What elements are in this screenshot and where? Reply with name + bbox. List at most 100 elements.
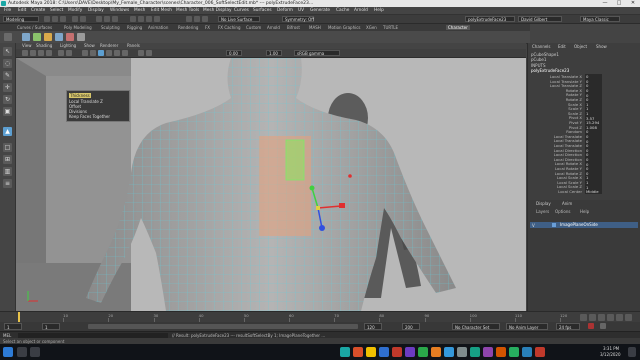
taskbar-app-icon[interactable]: [522, 347, 532, 357]
select-component-icon[interactable]: [112, 16, 118, 22]
viewport-menu-panels[interactable]: Panels: [127, 43, 140, 48]
menu-mesh[interactable]: Mesh: [134, 8, 145, 13]
scale-tool-icon[interactable]: ▣: [3, 107, 12, 116]
layer-color-swatch[interactable]: [552, 223, 556, 227]
playback-start-field[interactable]: 1: [42, 323, 60, 330]
character-set-dropdown[interactable]: No Character Set: [452, 323, 500, 330]
save-scene-icon[interactable]: [60, 16, 66, 22]
step-forward-icon[interactable]: [616, 314, 623, 321]
new-scene-icon[interactable]: [44, 16, 50, 22]
layer-name[interactable]: ImagePlaneOnSide: [560, 222, 598, 227]
viewport-menu-lighting[interactable]: Lighting: [60, 43, 76, 48]
ipr-render-icon[interactable]: [194, 16, 200, 22]
image-plane-icon[interactable]: [46, 50, 52, 56]
exposure-field[interactable]: 0.00: [226, 50, 242, 56]
textured-icon[interactable]: [106, 50, 112, 56]
last-tool-icon[interactable]: ▲: [3, 127, 12, 136]
menu-cache[interactable]: Cache: [336, 8, 349, 13]
layer-row[interactable]: V ImagePlaneOnSide: [530, 222, 638, 228]
select-tool-icon[interactable]: ↖: [3, 47, 12, 56]
windows-start-icon[interactable]: [3, 347, 13, 357]
menu-edit[interactable]: Edit: [18, 8, 26, 13]
tab-fx-caching[interactable]: FX Caching: [218, 25, 240, 30]
layer-menu-help[interactable]: Help: [580, 209, 589, 214]
notifications-icon[interactable]: [628, 347, 636, 357]
tab-animation[interactable]: Animation: [148, 25, 168, 30]
menu-curves[interactable]: Curves: [234, 8, 249, 13]
taskbar-app-icon[interactable]: [366, 347, 376, 357]
menu-arnold[interactable]: Arnold: [354, 8, 368, 13]
move-tool-icon[interactable]: ✛: [3, 83, 12, 92]
layout-icon[interactable]: ▥: [3, 167, 12, 176]
open-scene-icon[interactable]: [52, 16, 58, 22]
tab-custom[interactable]: Custom: [246, 25, 261, 30]
wireframe-icon[interactable]: [82, 50, 88, 56]
render-icon[interactable]: [186, 16, 192, 22]
colorspace-dropdown[interactable]: sRGB gamma: [294, 50, 340, 56]
channel-box-tab-object[interactable]: Object: [574, 44, 587, 49]
play-forward-icon[interactable]: [607, 314, 614, 321]
menu-display[interactable]: Display: [88, 8, 104, 13]
maximize-button[interactable]: □: [612, 0, 626, 7]
shelf-tool-icon[interactable]: [22, 33, 30, 41]
select-hierarchy-icon[interactable]: [96, 16, 102, 22]
tab-fx[interactable]: FX: [205, 25, 210, 30]
start-frame-field[interactable]: 1: [4, 323, 22, 330]
step-back-icon[interactable]: [589, 314, 596, 321]
system-clock-date[interactable]: 3/12/2020: [600, 352, 621, 357]
taskbar-app-icon[interactable]: [353, 347, 363, 357]
rotate-tool-icon[interactable]: ↻: [3, 95, 12, 104]
search-icon[interactable]: [17, 347, 27, 357]
viewport-menu-shading[interactable]: Shading: [36, 43, 52, 48]
menu-surfaces[interactable]: Surfaces: [253, 8, 272, 13]
anim-layer-dropdown[interactable]: No Anim Layer: [506, 323, 548, 330]
tab-motion-graphics[interactable]: Motion Graphics: [328, 25, 361, 30]
tab-rigging[interactable]: Rigging: [127, 25, 142, 30]
snap-curve-icon[interactable]: [138, 16, 144, 22]
3d-viewport[interactable]: Thickness Local Translate Z Offset Divis…: [16, 58, 526, 311]
menu-uv[interactable]: UV: [298, 8, 304, 13]
render-settings-icon[interactable]: [202, 16, 208, 22]
auto-key-icon[interactable]: [588, 323, 594, 329]
menu-file[interactable]: File: [4, 8, 11, 13]
taskbar-app-icon[interactable]: [535, 347, 545, 357]
taskbar-app-icon[interactable]: [340, 347, 350, 357]
tab-bifrost[interactable]: Bifrost: [287, 25, 300, 30]
tab-xgen[interactable]: XGen: [366, 25, 377, 30]
gamma-field[interactable]: 1.00: [266, 50, 282, 56]
taskbar-app-icon[interactable]: [470, 347, 480, 357]
menu-create[interactable]: Create: [31, 8, 45, 13]
tab-character[interactable]: Character: [446, 25, 470, 30]
taskbar-app-icon[interactable]: [431, 347, 441, 357]
taskbar-app-icon[interactable]: [418, 347, 428, 357]
snap-point-icon[interactable]: [146, 16, 152, 22]
channel-attr-name[interactable]: Local Center: [530, 189, 582, 194]
menuset-dropdown[interactable]: Modeling: [3, 16, 39, 22]
menu-modify[interactable]: Modify: [68, 8, 82, 13]
shelf-tool-icon[interactable]: [44, 33, 52, 41]
instance-name[interactable]: pCube1: [531, 57, 546, 62]
menu-edit-mesh[interactable]: Edit Mesh: [151, 8, 172, 13]
task-view-icon[interactable]: [30, 347, 40, 357]
shadows-icon[interactable]: [122, 50, 128, 56]
shelf-tool-icon[interactable]: [66, 33, 74, 41]
menu-select[interactable]: Select: [50, 8, 63, 13]
redo-icon[interactable]: [80, 16, 86, 22]
snap-view-plane-icon[interactable]: [154, 16, 160, 22]
tab-curves-surfaces[interactable]: Curves / Surfaces: [17, 25, 52, 30]
shelf-tool-icon[interactable]: [33, 33, 41, 41]
menu-generate[interactable]: Generate: [310, 8, 330, 13]
lasso-tool-icon[interactable]: ◌: [3, 59, 12, 68]
layer-menu-options[interactable]: Options: [555, 209, 570, 214]
layer-menu-layers[interactable]: Layers: [536, 209, 549, 214]
shelf-tool-icon[interactable]: [55, 33, 63, 41]
four-view-icon[interactable]: ⊞: [3, 155, 12, 164]
tab-rendering[interactable]: Rendering: [178, 25, 198, 30]
menu-windows[interactable]: Windows: [110, 8, 129, 13]
viewport-menu-show[interactable]: Show: [84, 43, 95, 48]
first-frame-icon[interactable]: [580, 314, 587, 321]
viewport-menu-view[interactable]: View: [22, 43, 32, 48]
playback-end-field[interactable]: 120: [364, 323, 382, 330]
smooth-shade-icon[interactable]: [90, 50, 96, 56]
layer-visibility-icon[interactable]: V: [532, 223, 535, 228]
